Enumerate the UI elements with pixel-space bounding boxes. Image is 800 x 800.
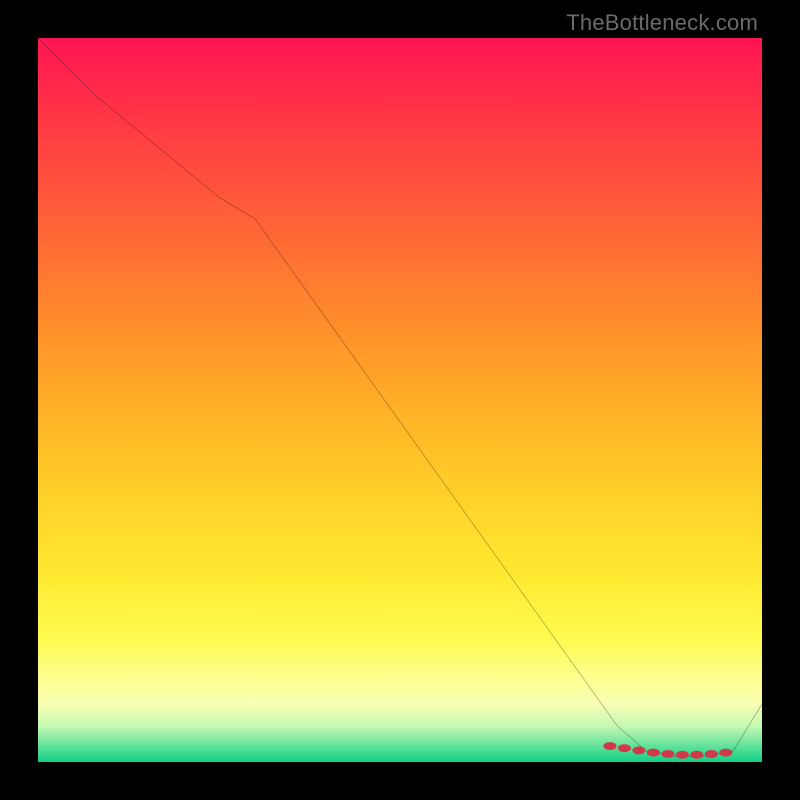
plot-area: [38, 38, 762, 762]
marker-dot: [603, 742, 616, 750]
marker-dot: [690, 751, 703, 759]
marker-dot: [618, 744, 631, 752]
marker-dot: [647, 749, 660, 757]
marker-dot: [719, 749, 732, 757]
marker-dot: [705, 750, 718, 758]
chart-container: TheBottleneck.com: [0, 0, 800, 800]
marker-dot: [661, 750, 674, 758]
marker-dot: [676, 751, 689, 759]
marker-dot: [632, 746, 645, 754]
plateau-markers: [603, 742, 732, 759]
chart-line: [38, 38, 762, 756]
line-chart-svg: [38, 38, 762, 762]
watermark-text: TheBottleneck.com: [566, 10, 758, 36]
